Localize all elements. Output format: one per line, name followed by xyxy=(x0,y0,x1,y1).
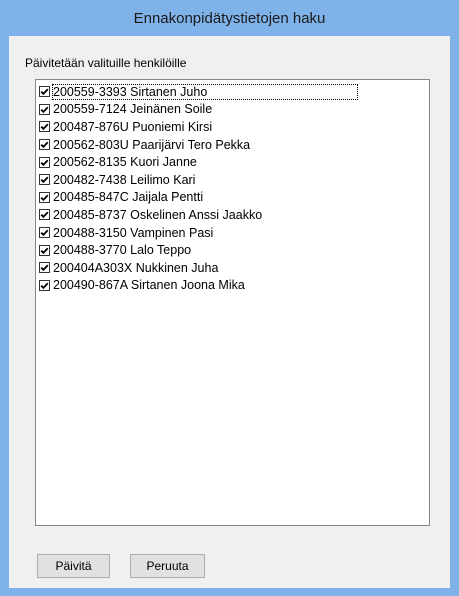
dialog-window: Ennakonpidätystietojen haku Päivitetään … xyxy=(0,0,459,596)
item-checkbox[interactable] xyxy=(39,209,50,221)
item-label: 200562-803U Paarijärvi Tero Pekka xyxy=(53,137,251,152)
item-checkbox[interactable] xyxy=(39,86,50,98)
checkmark-icon xyxy=(40,88,49,96)
list-item[interactable]: 200485-847C Jaijala Pentti xyxy=(36,189,429,207)
list-item[interactable]: 200559-7124 Jeinänen Soile xyxy=(36,101,429,119)
list-item[interactable]: 200488-3150 Vampinen Pasi xyxy=(36,224,429,242)
checkmark-icon xyxy=(40,282,49,289)
item-label: 200559-7124 Jeinänen Soile xyxy=(53,102,213,117)
checkmark-icon xyxy=(40,124,49,131)
item-label: 200487-876U Puoniemi Kirsi xyxy=(53,119,213,134)
item-checkbox[interactable] xyxy=(39,262,50,274)
item-checkbox[interactable] xyxy=(39,156,50,168)
list-item[interactable]: 200488-3770 Lalo Teppo xyxy=(36,241,429,259)
list-item[interactable]: 200487-876U Puoniemi Kirsi xyxy=(36,118,429,136)
window-title: Ennakonpidätystietojen haku xyxy=(0,0,459,36)
checkmark-icon xyxy=(40,194,49,201)
item-label: 200490-867A Sirtanen Joona Mika xyxy=(53,278,245,293)
checkmark-icon xyxy=(40,141,49,149)
dialog-client-area: Päivitetään valituille henkilöille 20055… xyxy=(9,36,450,588)
checkmark-icon xyxy=(40,229,49,237)
list-item[interactable]: 200559-3393 Sirtanen Juho xyxy=(36,83,429,101)
checkmark-icon xyxy=(40,264,49,272)
list-item[interactable]: 200404A303X Nukkinen Juha xyxy=(36,259,429,277)
checkmark-icon xyxy=(40,247,49,254)
item-checkbox[interactable] xyxy=(39,244,50,256)
item-label: 200562-8135 Kuori Janne xyxy=(53,155,197,170)
checkmark-icon xyxy=(40,212,49,219)
person-checklist[interactable]: 200559-3393 Sirtanen Juho 200559-7124 Jei… xyxy=(35,79,430,526)
checkmark-icon xyxy=(40,176,49,184)
item-checkbox[interactable] xyxy=(39,121,50,133)
item-checkbox[interactable] xyxy=(39,174,50,186)
checkmark-icon xyxy=(40,159,49,166)
list-item[interactable]: 200490-867A Sirtanen Joona Mika xyxy=(36,277,429,295)
list-item[interactable]: 200485-8737 Oskelinen Anssi Jaakko xyxy=(36,206,429,224)
list-item[interactable]: 200562-803U Paarijärvi Tero Pekka xyxy=(36,136,429,154)
item-label: 200559-3393 Sirtanen Juho xyxy=(51,83,359,100)
item-checkbox[interactable] xyxy=(39,103,50,115)
list-item[interactable]: 200482-7438 Leilimo Kari xyxy=(36,171,429,189)
item-label: 200485-847C Jaijala Pentti xyxy=(53,190,204,205)
item-label: 200488-3770 Lalo Teppo xyxy=(53,243,192,258)
checkmark-icon xyxy=(40,106,49,113)
item-checkbox[interactable] xyxy=(39,279,50,291)
item-label: 200482-7438 Leilimo Kari xyxy=(53,172,196,187)
list-caption: Päivitetään valituille henkilöille xyxy=(25,56,187,70)
update-button[interactable]: Päivitä xyxy=(37,554,110,578)
item-label: 200404A303X Nukkinen Juha xyxy=(53,260,219,275)
item-checkbox[interactable] xyxy=(39,139,50,151)
item-checkbox[interactable] xyxy=(39,191,50,203)
item-label: 200488-3150 Vampinen Pasi xyxy=(53,225,214,240)
item-checkbox[interactable] xyxy=(39,227,50,239)
item-label: 200485-8737 Oskelinen Anssi Jaakko xyxy=(53,207,263,222)
list-item[interactable]: 200562-8135 Kuori Janne xyxy=(36,153,429,171)
cancel-button[interactable]: Peruuta xyxy=(130,554,205,578)
